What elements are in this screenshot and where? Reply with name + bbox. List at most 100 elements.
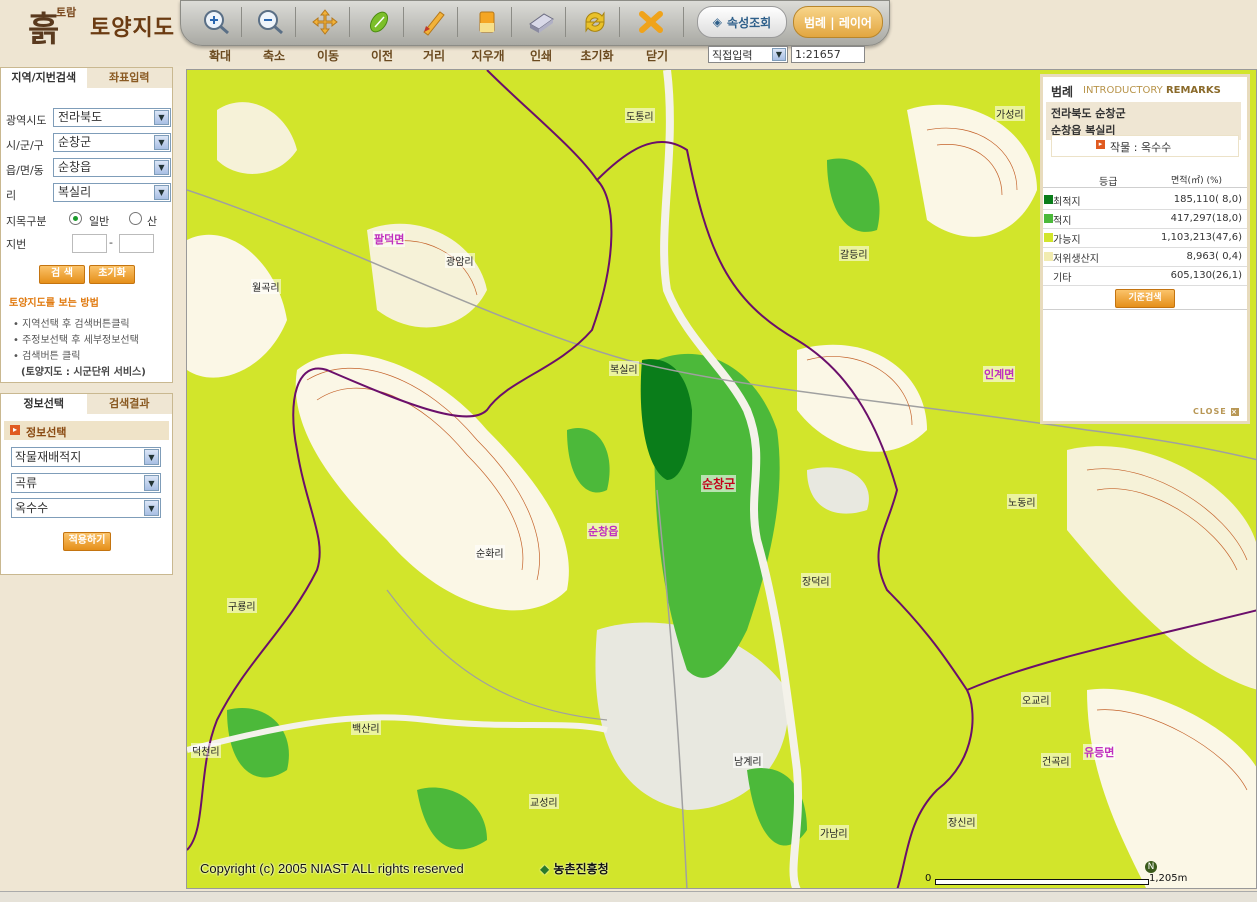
scale-mode-value: 직접입력 xyxy=(712,48,753,62)
search-panel: 지역/지번검색 좌표입력 광역시도 전라북도 ▼ 시/군/구 순창군 ▼ 읍/면/동… xyxy=(0,67,173,383)
map-district-label: 유등면 xyxy=(1083,744,1116,760)
help-title: 토양지도를 보는 방법 xyxy=(9,298,99,309)
landtype-general-radio[interactable] xyxy=(69,212,82,225)
tool-label-zoom-out[interactable]: 축소 xyxy=(247,47,301,64)
province-label: 광역시도 xyxy=(6,114,47,127)
info-select-crop-group[interactable]: 곡류 ▼ xyxy=(11,473,161,493)
reset-search-button[interactable]: 초기화 xyxy=(89,265,135,284)
map-district-label: 팔덕면 xyxy=(373,231,406,247)
map-toolbar: ◈ 속성조회 범례 | 레이어 xyxy=(180,0,890,46)
tool-label-close[interactable]: 닫기 xyxy=(630,47,684,64)
legend-row: 최적지 185,110( 8,0) xyxy=(1043,191,1247,210)
zoom-in-button[interactable] xyxy=(199,6,235,38)
tool-label-eraser[interactable]: 지우개 xyxy=(461,47,515,64)
scale-mode-select[interactable]: 직접입력 ▼ xyxy=(708,46,788,63)
map-label: 오교리 xyxy=(1021,692,1051,707)
info-select-crop[interactable]: 옥수수 ▼ xyxy=(11,498,161,518)
distance-button[interactable] xyxy=(415,6,451,38)
search-button[interactable]: 검 색 xyxy=(39,265,85,284)
map-label: 노동리 xyxy=(1007,494,1037,509)
apply-button[interactable]: 적용하기 xyxy=(63,532,111,551)
legend-layer-button[interactable]: 범례 | 레이어 xyxy=(793,6,883,38)
legend-row-value: 605,130(26,1) xyxy=(1170,270,1242,281)
map-label: 광암리 xyxy=(445,253,475,268)
legend-close-label: CLOSE xyxy=(1193,407,1227,416)
info-select-title: 정보선택 xyxy=(26,426,67,439)
landtype-mountain-radio[interactable] xyxy=(129,212,142,225)
legend-close-button[interactable]: CLOSE × xyxy=(1193,407,1239,416)
map-label: 구룡리 xyxy=(227,598,257,613)
county-select[interactable]: 순창군 ▼ xyxy=(53,133,171,152)
tool-label-print[interactable]: 인쇄 xyxy=(514,47,568,64)
site-logo[interactable]: 흙 토람 토양지도 xyxy=(18,2,178,62)
browser-status-bar xyxy=(0,891,1257,902)
lot-main-input[interactable] xyxy=(72,234,107,253)
layers-icon: ◈ xyxy=(712,15,723,29)
arrow-right-icon: ▸ xyxy=(1096,140,1105,149)
tab-region-search[interactable]: 지역/지번검색 xyxy=(1,68,87,88)
help-item: • 지역선택 후 검색버튼클릭 xyxy=(13,319,130,330)
previous-button[interactable] xyxy=(361,6,397,38)
legend-row-value: 185,110( 8,0) xyxy=(1173,194,1242,205)
legend-row: 저위생산지 8,963( 0,4) xyxy=(1043,248,1247,267)
move-button[interactable] xyxy=(307,6,343,38)
lot-label: 지번 xyxy=(6,238,27,251)
ri-label: 리 xyxy=(6,189,17,202)
landtype-general-label: 일반 xyxy=(89,215,110,228)
lot-sub-input[interactable] xyxy=(119,234,154,253)
tool-label-move[interactable]: 이동 xyxy=(301,47,355,64)
chevron-down-icon: ▼ xyxy=(144,500,159,516)
zoom-out-button[interactable] xyxy=(253,6,289,38)
arrow-right-icon: ▸ xyxy=(10,425,20,435)
map-scale-bar: 0 N 1,205m xyxy=(925,861,1225,887)
map-label: 교성리 xyxy=(529,794,559,809)
eraser-button[interactable] xyxy=(469,6,505,38)
close-map-button[interactable] xyxy=(633,6,669,38)
scale-start: 0 xyxy=(925,873,932,884)
town-select[interactable]: 순창읍 ▼ xyxy=(53,158,171,177)
info-select-category[interactable]: 작물재배적지 ▼ xyxy=(11,447,161,467)
landtype-mountain-label: 산 xyxy=(147,215,158,228)
print-button[interactable] xyxy=(523,6,559,38)
province-select[interactable]: 전라북도 ▼ xyxy=(53,108,171,127)
county-label: 시/군/구 xyxy=(6,139,44,152)
tab-coordinate-input[interactable]: 좌표입력 xyxy=(86,68,172,88)
chevron-down-icon: ▼ xyxy=(144,475,159,491)
reset-button[interactable] xyxy=(577,6,613,38)
legend-title: 범례 xyxy=(1051,85,1074,99)
close-icon: × xyxy=(1230,407,1239,416)
chevron-down-icon: ▼ xyxy=(772,48,786,61)
move-icon xyxy=(312,9,338,35)
agency-name: 농촌진흥청 xyxy=(553,862,609,876)
map-label: 순화리 xyxy=(475,545,505,560)
ri-select[interactable]: 복실리 ▼ xyxy=(53,183,171,202)
info-select-header: ▸ 정보선택 xyxy=(4,421,169,440)
north-arrow-icon: N xyxy=(1145,861,1157,873)
legend-panel: 범례 INTRODUCTORY REMARKS 전라북도 순창군 순창읍 복실리… xyxy=(1040,74,1250,424)
tab-search-result[interactable]: 검색결과 xyxy=(86,394,172,414)
tool-label-previous[interactable]: 이전 xyxy=(355,47,409,64)
legend-row-name: 가능지 xyxy=(1053,235,1081,246)
legend-swatch xyxy=(1044,195,1053,204)
help-item: • 주정보선택 후 세부정보선택 xyxy=(13,335,139,346)
tool-label-reset[interactable]: 초기화 xyxy=(570,47,624,64)
legend-row-value: 1,103,213(47,6) xyxy=(1161,232,1242,243)
tool-label-distance[interactable]: 거리 xyxy=(407,47,461,64)
map-label: 가남리 xyxy=(819,825,849,840)
logo-sub: 토람 xyxy=(56,6,77,19)
zoom-out-icon xyxy=(258,10,283,35)
previous-icon xyxy=(369,11,389,33)
tool-label-zoom-in[interactable]: 확대 xyxy=(193,47,247,64)
attribute-query-label: 속성조회 xyxy=(727,15,772,30)
province-value: 전라북도 xyxy=(58,110,103,124)
reference-search-button[interactable]: 기준검색 xyxy=(1115,289,1175,308)
scale-input[interactable]: 1:21657 xyxy=(791,46,865,63)
legend-crop: 작물 : 옥수수 xyxy=(1110,141,1172,154)
chevron-down-icon: ▼ xyxy=(154,160,169,175)
help-note: (토양지도 : 시군단위 서비스) xyxy=(21,367,146,378)
scale-end: 1,205m xyxy=(1149,873,1188,884)
chevron-down-icon: ▼ xyxy=(154,110,169,125)
tab-info-select[interactable]: 정보선택 xyxy=(1,394,87,414)
attribute-query-button[interactable]: ◈ 속성조회 xyxy=(697,6,787,38)
map-copyright: Copyright (c) 2005 NIAST ALL rights rese… xyxy=(200,861,464,876)
